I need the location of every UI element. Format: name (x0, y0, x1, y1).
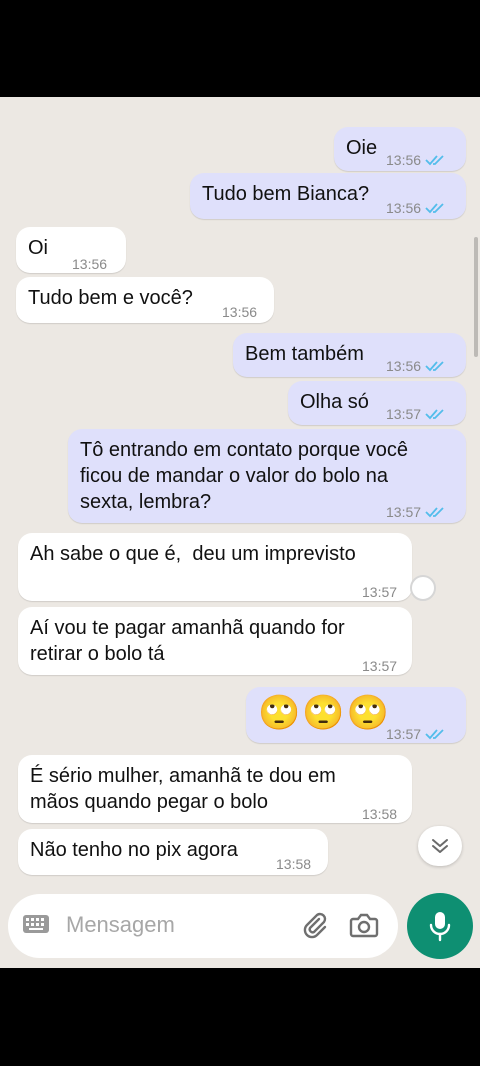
message-time: 13:58 (362, 806, 398, 822)
paperclip-icon[interactable] (300, 910, 330, 940)
scroll-indicator[interactable] (474, 237, 478, 357)
message-text: Tudo bem e você? (28, 287, 193, 309)
message-outgoing[interactable]: Oie 13:56 (334, 127, 466, 171)
message-status-circle[interactable] (410, 575, 436, 601)
message-composer[interactable]: Mensagem (8, 894, 398, 958)
message-text: Oi (28, 237, 48, 259)
message-text: É sério mulher, amanhã te dou em mãos qu… (30, 765, 336, 813)
message-outgoing-emoji[interactable]: 🙄🙄🙄 13:57 (246, 687, 466, 743)
message-outgoing[interactable]: Olha só 13:57 (288, 381, 466, 425)
message-incoming[interactable]: É sério mulher, amanhã te dou em mãos qu… (18, 755, 412, 823)
top-black-bar (0, 0, 480, 97)
double-check-icon (425, 203, 444, 214)
double-check-icon (425, 729, 444, 740)
message-time: 13:56 (72, 256, 108, 272)
message-outgoing[interactable]: Tudo bem Bianca? 13:56 (190, 173, 466, 219)
double-chevron-down-icon (432, 839, 448, 853)
message-incoming[interactable]: Aí vou te pagar amanhã quando for retira… (18, 607, 412, 675)
message-time: 13:57 (362, 584, 398, 600)
message-time: 13:58 (276, 856, 312, 872)
double-check-icon (425, 409, 444, 420)
message-time: 13:57 (386, 726, 422, 742)
camera-icon[interactable] (349, 911, 379, 939)
microphone-button[interactable] (407, 893, 473, 959)
message-time: 13:57 (362, 658, 398, 674)
message-text: Tudo bem Bianca? (202, 183, 370, 205)
message-text: Oie (346, 137, 378, 159)
message-time: 13:56 (386, 152, 422, 168)
double-check-icon (425, 507, 444, 518)
scroll-to-bottom-button[interactable] (418, 826, 462, 866)
message-time: 13:56 (386, 200, 422, 216)
keyboard-icon[interactable] (22, 914, 50, 934)
double-check-icon (425, 155, 444, 166)
message-text: Ah sabe o que é, deu um imprevisto (30, 543, 356, 565)
message-incoming[interactable]: Oi 13:56 (16, 227, 126, 273)
message-outgoing[interactable]: Bem também 13:56 (233, 333, 466, 377)
message-text: Tô entrando em contato porque você ficou… (80, 439, 408, 513)
message-incoming[interactable]: Tudo bem e você? 13:56 (16, 277, 274, 323)
chat-area[interactable]: Oie 13:56 Tudo bem Bianca? 13:56 Oi 13:5… (0, 97, 480, 968)
message-time: 13:56 (222, 304, 258, 320)
message-text: Aí vou te pagar amanhã quando for retira… (30, 617, 345, 665)
message-time: 13:56 (386, 358, 422, 374)
message-incoming[interactable]: Não tenho no pix agora 13:58 (18, 829, 328, 875)
double-check-icon (425, 361, 444, 372)
message-time: 13:57 (386, 504, 422, 520)
message-text: Olha só (300, 391, 369, 413)
bottom-black-bar (0, 968, 480, 1066)
message-input[interactable]: Mensagem (66, 912, 175, 938)
message-incoming[interactable]: Ah sabe o que é, deu um imprevisto 13:57 (18, 533, 412, 601)
microphone-icon (429, 912, 451, 942)
message-text: 🙄🙄🙄 (258, 694, 392, 732)
message-time: 13:57 (386, 406, 422, 422)
message-outgoing[interactable]: Tô entrando em contato porque você ficou… (68, 429, 466, 523)
message-text: Bem também (245, 343, 364, 365)
message-text: Não tenho no pix agora (30, 839, 238, 861)
